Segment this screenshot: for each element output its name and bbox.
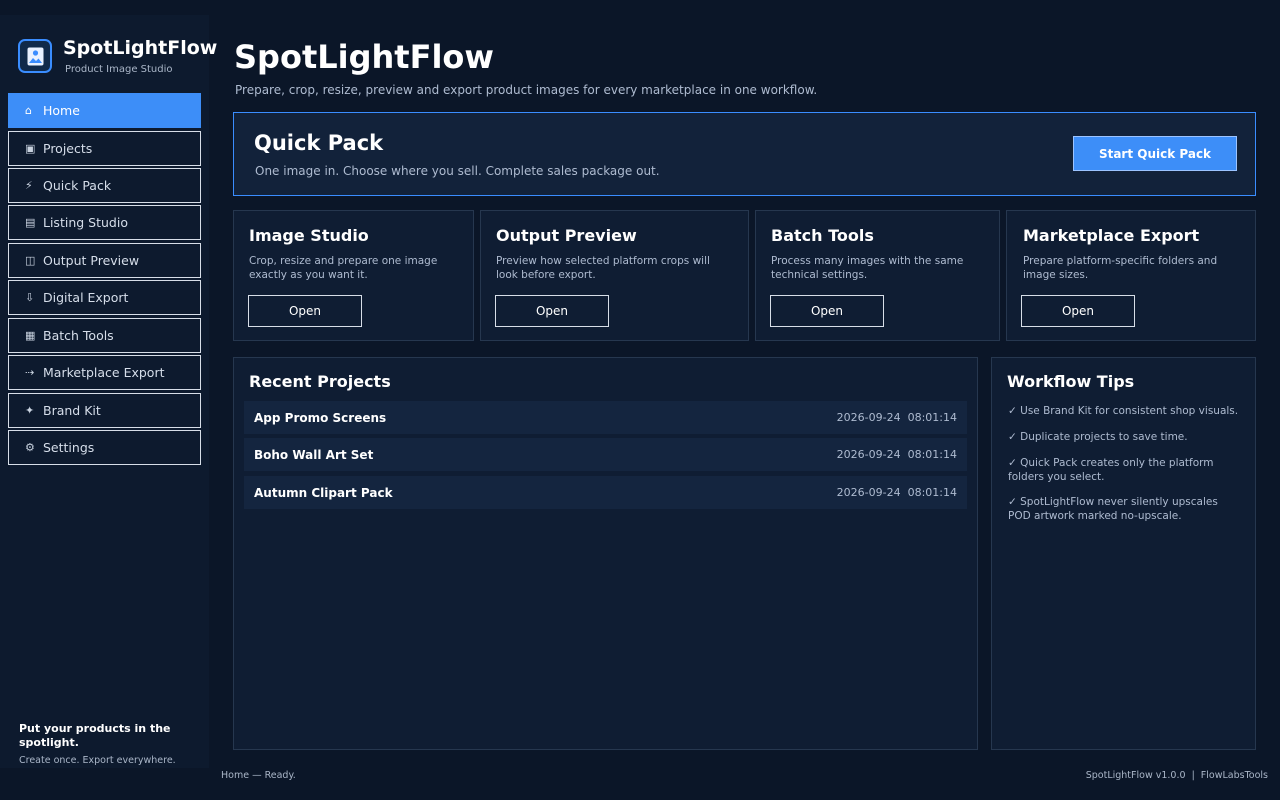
tip-item: ✓ Quick Pack creates only the platform f… xyxy=(1008,457,1214,483)
lightning-icon: ⚡ xyxy=(25,179,33,192)
project-row[interactable]: Boho Wall Art Set 2026-09-24 08:01:14 xyxy=(244,438,967,471)
sidebar-item-digital-export[interactable]: ⇩ Digital Export xyxy=(8,280,201,315)
open-batch-tools-button[interactable]: Open xyxy=(770,295,884,327)
start-quick-pack-button[interactable]: Start Quick Pack xyxy=(1073,136,1237,171)
project-timestamp: 2026-09-24 08:01:14 xyxy=(836,486,957,499)
sidebar-item-home[interactable]: ⌂ Home xyxy=(8,93,201,128)
recent-projects-panel: Recent Projects App Promo Screens 2026-0… xyxy=(233,357,978,750)
open-image-studio-button[interactable]: Open xyxy=(248,295,362,327)
sidebar-item-label: Quick Pack xyxy=(43,178,112,193)
workflow-tips-title: Workflow Tips xyxy=(1007,372,1135,391)
sidebar-item-marketplace-export[interactable]: ⇢ Marketplace Export xyxy=(8,355,201,390)
listing-icon: ▤ xyxy=(25,216,36,229)
sparkle-icon: ✦ xyxy=(25,404,35,417)
sidebar-item-brand-kit[interactable]: ✦ Brand Kit xyxy=(8,393,201,428)
export-arrow-icon: ⇢ xyxy=(25,366,35,379)
download-icon: ⇩ xyxy=(25,291,35,304)
sidebar-item-label: Batch Tools xyxy=(43,328,114,343)
card-title: Image Studio xyxy=(249,226,369,245)
project-name: Autumn Clipart Pack xyxy=(254,485,393,500)
card-batch-tools: Batch Tools Process many images with the… xyxy=(755,210,1000,341)
page-title: SpotLightFlow xyxy=(234,38,494,76)
sidebar-item-label: Digital Export xyxy=(43,290,129,305)
projects-icon: ▣ xyxy=(25,142,36,155)
page-subtitle: Prepare, crop, resize, preview and expor… xyxy=(235,83,818,97)
sidebar-item-label: Settings xyxy=(43,440,95,455)
sidebar-item-label: Marketplace Export xyxy=(43,365,165,380)
project-row[interactable]: App Promo Screens 2026-09-24 08:01:14 xyxy=(244,401,967,434)
project-timestamp: 2026-09-24 08:01:14 xyxy=(836,448,957,461)
sidebar-item-label: Listing Studio xyxy=(43,215,128,230)
recent-projects-title: Recent Projects xyxy=(249,372,391,391)
card-description: Preview how selected platform crops will… xyxy=(496,255,710,281)
sidebar-item-label: Home xyxy=(43,103,80,118)
preview-icon: ◫ xyxy=(25,254,36,267)
sidebar-item-batch-tools[interactable]: ▦ Batch Tools xyxy=(8,318,201,353)
sidebar-item-label: Brand Kit xyxy=(43,403,101,418)
project-timestamp: 2026-09-24 08:01:14 xyxy=(836,411,957,424)
quick-pack-subtitle: One image in. Choose where you sell. Com… xyxy=(255,164,660,178)
quick-pack-title: Quick Pack xyxy=(254,131,384,155)
brand: SpotLightFlow Product Image Studio xyxy=(18,37,217,75)
card-title: Batch Tools xyxy=(771,226,874,245)
sidebar-item-listing-studio[interactable]: ▤ Listing Studio xyxy=(8,205,201,240)
project-name: App Promo Screens xyxy=(254,410,387,425)
quick-pack-banner: Quick Pack One image in. Choose where yo… xyxy=(233,112,1256,196)
card-description: Prepare platform-specific folders and im… xyxy=(1023,255,1218,281)
sidebar-item-output-preview[interactable]: ◫ Output Preview xyxy=(8,243,201,278)
tip-item: ✓ Duplicate projects to save time. xyxy=(1008,431,1188,443)
sidebar-item-settings[interactable]: ⚙ Settings xyxy=(8,430,201,465)
sidebar-item-quick-pack[interactable]: ⚡ Quick Pack xyxy=(8,168,201,203)
sidebar: SpotLightFlow Product Image Studio ⌂ Home… xyxy=(0,15,217,768)
sidebar-footer-heading: Put your products in the spotlight. xyxy=(19,722,171,749)
batch-icon: ▦ xyxy=(25,329,36,342)
image-logo-icon xyxy=(18,39,52,73)
status-text: Home — Ready. xyxy=(221,770,296,781)
home-icon: ⌂ xyxy=(25,104,32,117)
sidebar-item-label: Output Preview xyxy=(43,253,140,268)
tip-item: ✓ SpotLightFlow never silently upscales … xyxy=(1008,496,1218,522)
sidebar-item-projects[interactable]: ▣ Projects xyxy=(8,131,201,166)
project-name: Boho Wall Art Set xyxy=(254,447,374,462)
card-marketplace-export: Marketplace Export Prepare platform-spec… xyxy=(1006,210,1256,341)
project-row[interactable]: Autumn Clipart Pack 2026-09-24 08:01:14 xyxy=(244,476,967,509)
version-text: SpotLightFlow v1.0.0 | FlowLabsTools xyxy=(1085,770,1268,781)
card-image-studio: Image Studio Crop, resize and prepare on… xyxy=(233,210,474,341)
app-name: SpotLightFlow xyxy=(63,37,218,59)
card-title: Marketplace Export xyxy=(1023,226,1200,245)
card-output-preview: Output Preview Preview how selected plat… xyxy=(480,210,749,341)
gear-icon: ⚙ xyxy=(25,441,35,454)
open-marketplace-export-button[interactable]: Open xyxy=(1021,295,1135,327)
app-tagline: Product Image Studio xyxy=(65,64,173,75)
sidebar-footer-subtext: Create once. Export everywhere. xyxy=(19,755,176,766)
sidebar-item-label: Projects xyxy=(43,141,93,156)
card-title: Output Preview xyxy=(496,226,637,245)
workflow-tips-panel: Workflow Tips ✓ Use Brand Kit for consis… xyxy=(991,357,1256,750)
card-description: Process many images with the same techni… xyxy=(771,255,964,281)
open-output-preview-button[interactable]: Open xyxy=(495,295,609,327)
card-description: Crop, resize and prepare one image exact… xyxy=(249,255,438,281)
tip-item: ✓ Use Brand Kit for consistent shop visu… xyxy=(1008,405,1239,417)
